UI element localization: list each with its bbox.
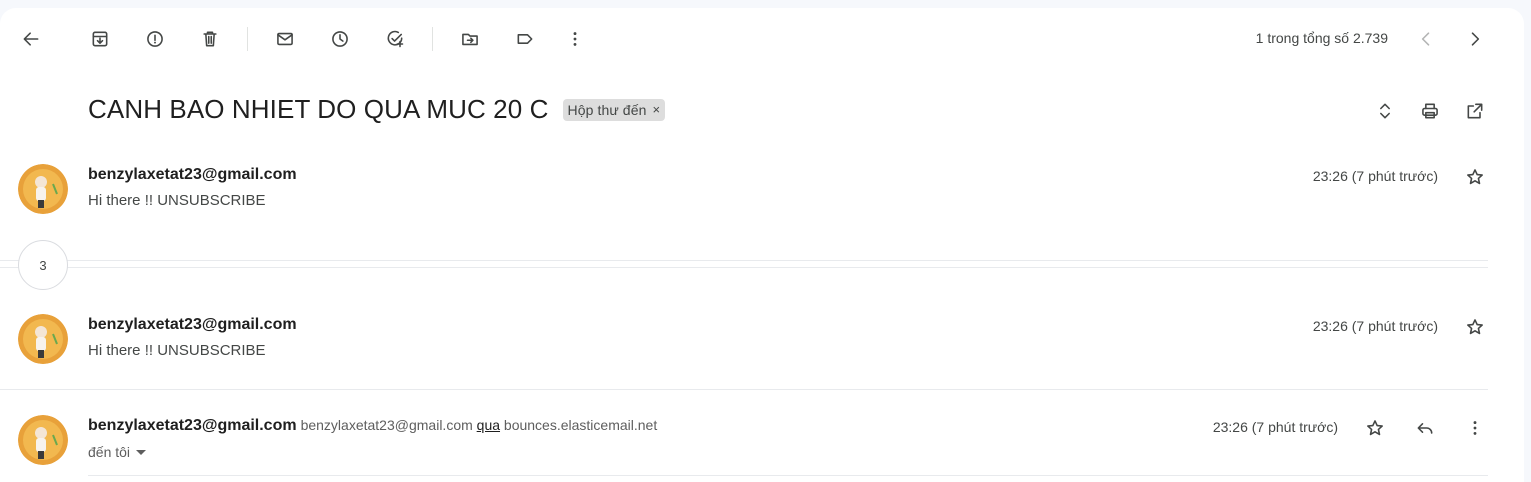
collapsed-divider-top xyxy=(0,260,1488,261)
message-divider xyxy=(0,389,1488,390)
message-view: 1 trong tổng số 2.739 CANH BAO NHIET DO … xyxy=(0,8,1524,482)
back-icon[interactable] xyxy=(11,19,51,59)
collapsed-messages-count[interactable]: 3 xyxy=(18,240,68,290)
previous-page-icon[interactable] xyxy=(1406,19,1446,59)
pagination-text: 1 trong tổng số 2.739 xyxy=(1255,30,1388,46)
collapsed-divider-bottom xyxy=(0,267,1488,268)
clock-icon[interactable] xyxy=(320,19,360,59)
add-task-icon[interactable] xyxy=(375,19,415,59)
move-to-icon[interactable] xyxy=(450,19,490,59)
report-spam-icon[interactable] xyxy=(135,19,175,59)
show-details-dropdown-icon[interactable] xyxy=(136,449,147,455)
subject-title: CANH BAO NHIET DO QUA MUC 20 C xyxy=(88,94,549,124)
trash-icon[interactable] xyxy=(190,19,230,59)
more-vert-icon[interactable] xyxy=(1455,408,1495,448)
toolbar-divider xyxy=(247,27,248,51)
email-subject: CANH BAO NHIET DO QUA MUC 20 C Hộp thư đ… xyxy=(88,94,666,125)
sender-line: benzylaxetat23@gmail.com benzylaxetat23@g… xyxy=(88,417,657,435)
mail-icon[interactable] xyxy=(265,19,305,59)
remove-label-icon[interactable]: × xyxy=(652,102,660,117)
label-text: Hộp thư đến xyxy=(567,101,647,118)
message-time: 23:26 (7 phút trước) xyxy=(1312,168,1438,184)
avatar[interactable] xyxy=(18,164,68,214)
recipient-line: đến tôi xyxy=(88,444,147,460)
avatar[interactable] xyxy=(18,314,68,364)
print-icon[interactable] xyxy=(1410,91,1450,131)
star-icon[interactable] xyxy=(1355,408,1395,448)
sender-details: benzylaxetat23@gmail.com qua bounces.ela… xyxy=(301,417,658,433)
sender-name[interactable]: benzylaxetat23@gmail.com xyxy=(88,417,297,434)
next-page-icon[interactable] xyxy=(1455,19,1495,59)
star-icon[interactable] xyxy=(1455,157,1495,197)
more-vert-icon[interactable] xyxy=(555,19,595,59)
sender-name[interactable]: benzylaxetat23@gmail.com xyxy=(88,316,297,334)
message-snippet[interactable]: Hi there !! UNSUBSCRIBE xyxy=(88,342,266,359)
open-in-new-window-icon[interactable] xyxy=(1455,91,1495,131)
inbox-label-chip: Hộp thư đến × xyxy=(562,98,666,121)
message-time: 23:26 (7 phút trước) xyxy=(1212,419,1338,435)
avatar[interactable] xyxy=(18,415,68,465)
label-icon[interactable] xyxy=(505,19,545,59)
reply-icon[interactable] xyxy=(1405,408,1445,448)
expand-all-icon[interactable] xyxy=(1365,91,1405,131)
header-divider xyxy=(88,475,1488,476)
message-time: 23:26 (7 phút trước) xyxy=(1312,318,1438,334)
message-snippet[interactable]: Hi there !! UNSUBSCRIBE xyxy=(88,192,266,209)
via-link[interactable]: qua xyxy=(477,417,500,433)
via-domain: bounces.elasticemail.net xyxy=(503,417,658,433)
star-icon[interactable] xyxy=(1455,307,1495,347)
sender-name[interactable]: benzylaxetat23@gmail.com xyxy=(88,166,297,184)
archive-icon[interactable] xyxy=(80,19,120,59)
recipient-text: đến tôi xyxy=(88,444,131,460)
sender-email: benzylaxetat23@gmail.com xyxy=(300,417,473,433)
toolbar-divider xyxy=(432,27,433,51)
